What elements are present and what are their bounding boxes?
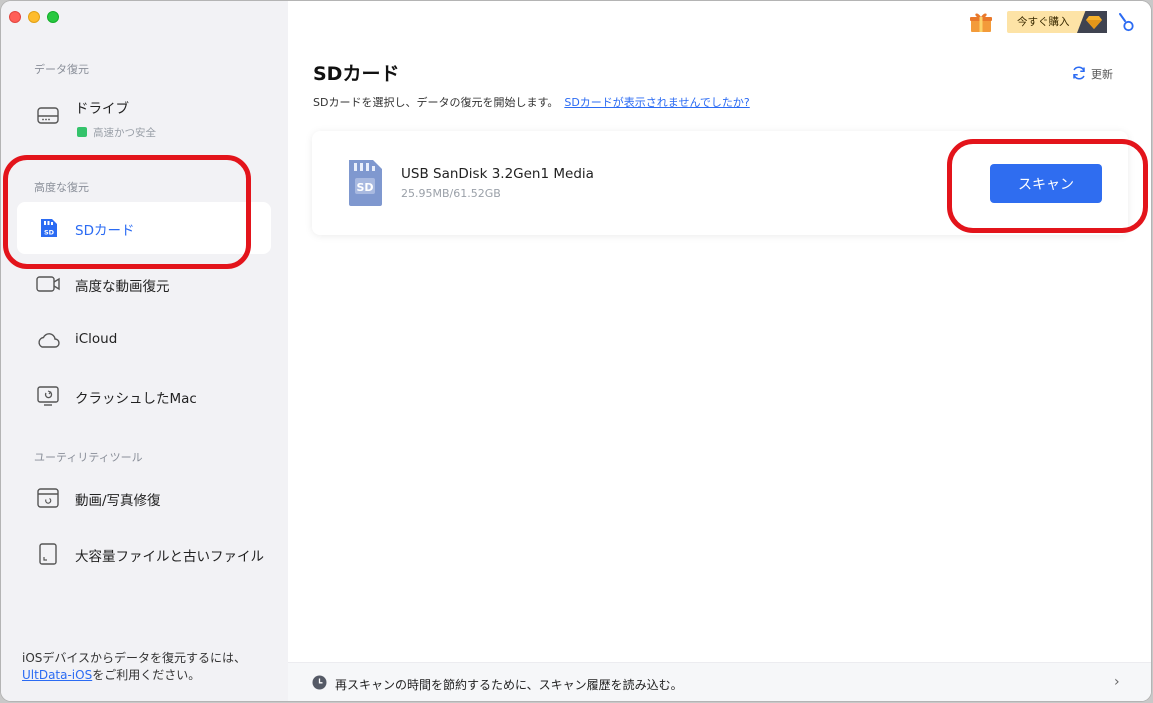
cloud-icon	[38, 333, 60, 348]
svg-text:SD: SD	[356, 181, 373, 194]
footer-note: iOSデバイスからデータを復元するには、 UltData-iOSをご利用ください…	[22, 650, 246, 684]
device-name: USB SanDisk 3.2Gen1 Media	[401, 166, 594, 182]
minimize-window-button[interactable]	[28, 11, 40, 23]
close-window-button[interactable]	[9, 11, 21, 23]
drive-icon	[37, 107, 59, 124]
video-camera-icon	[36, 276, 60, 292]
section-label-advanced-recovery: 高度な復元	[34, 181, 89, 194]
refresh-button[interactable]: 更新	[1071, 65, 1113, 82]
scan-history-bar[interactable]: 再スキャンの時間を節約するために、スキャン履歴を読み込む。 ›	[288, 662, 1151, 701]
footer-note-line2: をご利用ください。	[92, 668, 201, 682]
ultdata-ios-link[interactable]: UltData-iOS	[22, 668, 92, 682]
account-icon[interactable]	[1116, 11, 1136, 33]
file-icon	[39, 543, 57, 565]
shield-check-icon	[77, 127, 87, 137]
media-repair-icon	[37, 488, 59, 508]
sidebar-item-label: ドライブ	[75, 101, 129, 117]
device-card[interactable]: SD USB SanDisk 3.2Gen1 Media 25.95MB/61.…	[312, 131, 1128, 235]
page-description-text: SDカードを選択し、データの復元を開始します。	[313, 96, 559, 109]
drive-subtitle: 高速かつ安全	[77, 125, 156, 140]
scan-history-text: 再スキャンの時間を節約するために、スキャン履歴を読み込む。	[335, 678, 683, 692]
sd-card-icon: SD	[41, 219, 57, 237]
chevron-right-icon[interactable]: ›	[1114, 674, 1120, 690]
app-window: データ復元 ドライブ 高速かつ安全 高度な復元 SD SDカード 高度な動画復元…	[1, 1, 1151, 701]
sidebar-item-label: SDカード	[75, 223, 135, 239]
sd-card-help-link[interactable]: SDカードが表示されませんでしたか?	[564, 96, 749, 109]
refresh-label: 更新	[1091, 68, 1113, 81]
section-label-data-recovery: データ復元	[34, 63, 89, 76]
sidebar-item-label: iCloud	[75, 331, 118, 347]
footer-note-line1: iOSデバイスからデータを復元するには、	[22, 651, 247, 665]
sidebar-item-label: 高度な動画復元	[75, 279, 170, 295]
sidebar-item-label: 動画/写真修復	[75, 493, 161, 509]
crashed-mac-icon	[37, 386, 59, 406]
device-size: 25.95MB/61.52GB	[401, 187, 501, 200]
page-title: SDカード	[313, 63, 400, 85]
page-description: SDカードを選択し、データの復元を開始します。 SDカードが表示されませんでしたか…	[313, 94, 750, 110]
zoom-window-button[interactable]	[47, 11, 59, 23]
main-panel: 今すぐ購入 SDカード 更新 SDカードを選択し、データの復元を開始します。 SD…	[288, 1, 1151, 701]
sidebar-item-icloud[interactable]: iCloud	[17, 314, 271, 366]
sidebar: データ復元 ドライブ 高速かつ安全 高度な復元 SD SDカード 高度な動画復元…	[1, 1, 288, 701]
sidebar-item-advanced-video[interactable]: 高度な動画復元	[17, 258, 271, 310]
drive-subtitle-text: 高速かつ安全	[93, 127, 156, 139]
sidebar-item-sd-card[interactable]: SD SDカード	[17, 202, 271, 254]
sidebar-item-media-repair[interactable]: 動画/写真修復	[17, 472, 271, 524]
svg-text:SD: SD	[44, 229, 55, 237]
sidebar-item-large-files[interactable]: 大容量ファイルと古いファイル	[17, 528, 271, 580]
sidebar-item-crashed-mac[interactable]: クラッシュしたMac	[17, 370, 271, 422]
sidebar-item-label: クラッシュしたMac	[75, 391, 197, 407]
buy-now-button[interactable]: 今すぐ購入	[1007, 11, 1107, 33]
gift-icon[interactable]	[969, 11, 993, 33]
gem-icon	[1086, 16, 1102, 29]
section-label-utility-tools: ユーティリティツール	[34, 451, 143, 464]
buy-now-label: 今すぐ購入	[1017, 16, 1070, 28]
sidebar-item-label: 大容量ファイルと古いファイル	[75, 549, 264, 565]
refresh-icon	[1073, 66, 1085, 80]
clock-icon	[312, 675, 327, 690]
scan-button[interactable]: スキャン	[990, 164, 1102, 203]
sd-card-icon: SD	[349, 160, 382, 206]
